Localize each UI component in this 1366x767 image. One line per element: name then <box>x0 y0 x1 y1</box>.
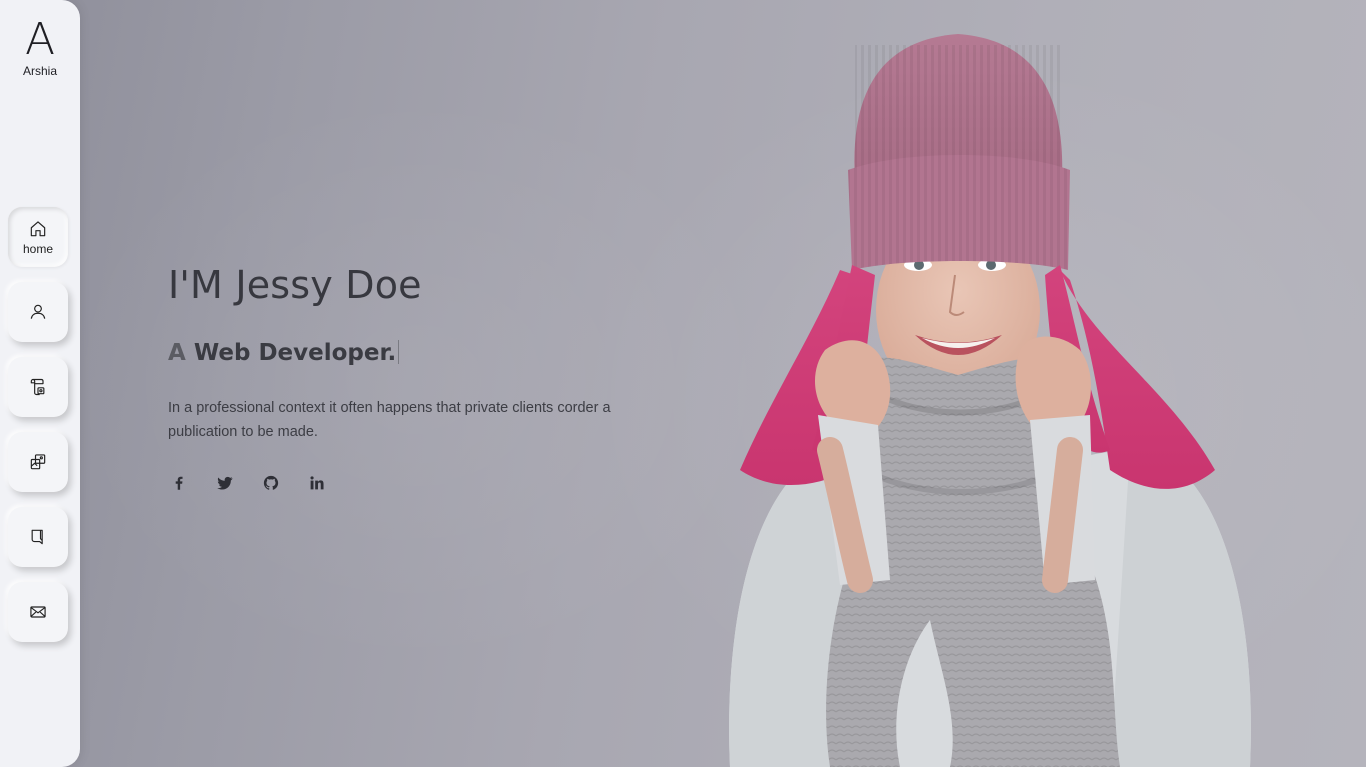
blog-icon <box>31 529 43 545</box>
hero-description: In a professional context it often happe… <box>168 400 611 440</box>
portrait-image <box>729 34 1251 767</box>
github-link[interactable] <box>260 472 282 494</box>
nav-item-home[interactable]: home <box>8 207 68 267</box>
github-icon <box>263 475 279 490</box>
user-icon <box>30 304 46 319</box>
hero-subtitle-rest: Web Developer. <box>185 340 397 366</box>
hero-subtitle: A Web Developer. <box>168 338 648 368</box>
home-icon <box>30 220 46 236</box>
hero-section: I'M Jessy Doe A Web Developer. In a prof… <box>168 262 648 494</box>
nav-item-portfolio[interactable] <box>8 432 68 492</box>
linkedin-icon <box>310 476 324 490</box>
nav-item-label: home <box>22 241 54 256</box>
nav-item-about[interactable] <box>8 282 68 342</box>
twitter-link[interactable] <box>214 472 236 494</box>
typing-cursor <box>398 340 400 364</box>
logo[interactable]: A Arshia <box>0 14 80 79</box>
resume-icon <box>30 378 45 396</box>
nav-item-blog[interactable] <box>8 507 68 567</box>
hero-title: I'M Jessy Doe <box>168 263 422 307</box>
logo-name: Arshia <box>22 64 57 78</box>
twitter-icon <box>217 476 233 490</box>
facebook-link[interactable] <box>168 472 190 494</box>
logo-mark: A <box>24 14 56 65</box>
social-links <box>168 472 648 494</box>
hero-subtitle-first: A <box>168 340 186 366</box>
facebook-icon <box>175 476 183 490</box>
nav-item-contact[interactable] <box>8 582 68 642</box>
main-nav: home <box>8 207 68 657</box>
nav-item-resume[interactable] <box>8 357 68 417</box>
sidebar: A Arshia home <box>0 0 80 767</box>
linkedin-link[interactable] <box>306 472 328 494</box>
mail-icon <box>30 606 46 618</box>
portfolio-icon <box>30 454 46 470</box>
